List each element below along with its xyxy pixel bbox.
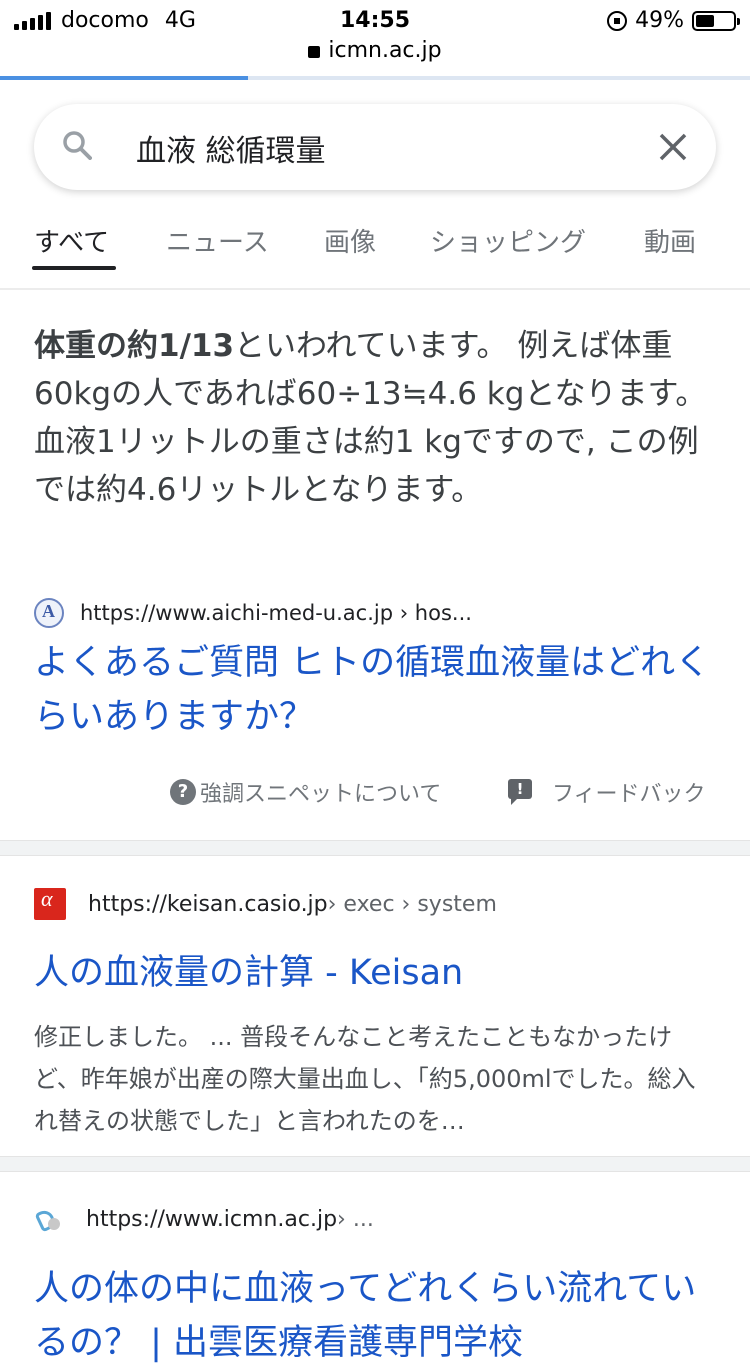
about-snippet-link[interactable]: 強調スニペットについて: [200, 776, 441, 808]
icmn-logo-icon: [34, 1204, 64, 1234]
result-title-link[interactable]: 人の体の中に血液ってどれくらい流れているの？ | 出雲医療看護専門学校: [34, 1262, 714, 1370]
search-box[interactable]: 血液 総循環量: [34, 104, 716, 190]
divider: [0, 288, 750, 290]
active-tab-indicator: [32, 266, 116, 270]
battery-icon: [692, 10, 740, 31]
tab-images[interactable]: 画像: [324, 222, 376, 259]
result-title-link[interactable]: 人の血液量の計算 - Keisan: [34, 946, 714, 1000]
tab-news[interactable]: ニュース: [166, 222, 269, 259]
feedback-link[interactable]: フィードバック: [552, 776, 706, 808]
progress-fill: [0, 76, 248, 80]
address-bar[interactable]: icmn.ac.jp: [0, 38, 750, 63]
status-bar: docomo 4G 14:55 49%: [0, 0, 750, 40]
result-separator: [0, 840, 750, 856]
snippet-source-url: https://www.aichi-med-u.ac.jp › hos...: [80, 601, 472, 625]
snippet-title-link[interactable]: よくあるご質問 ヒトの循環血液量はどれくらいありますか？: [34, 636, 714, 744]
feedback-icon[interactable]: !: [508, 779, 532, 805]
result-url-breadcrumb: › ...: [337, 1206, 374, 1232]
tab-videos[interactable]: 動画: [644, 222, 696, 259]
padlock-icon: [308, 46, 321, 58]
snippet-source[interactable]: https://www.aichi-med-u.ac.jp › hos...: [34, 598, 472, 628]
tab-shopping[interactable]: ショッピング: [430, 222, 586, 259]
search-input[interactable]: 血液 総循環量: [136, 126, 326, 170]
clear-icon[interactable]: [656, 130, 690, 164]
search-icon[interactable]: [62, 130, 92, 160]
keisan-alpha-icon: α: [34, 886, 66, 920]
address-domain: icmn.ac.jp: [328, 38, 442, 63]
result-separator: [0, 1156, 750, 1172]
result-description: 修正しました。 ... 普段そんなこと考えたこともなかったけど、昨年娘が出産の際…: [34, 1023, 696, 1135]
aichi-med-favicon-icon: [34, 598, 64, 628]
result-url[interactable]: α https://keisan.casio.jp › exec › syste…: [34, 886, 497, 920]
result-url-breadcrumb: › exec › system: [327, 891, 497, 917]
result-url[interactable]: https://www.icmn.ac.jp › ...: [34, 1204, 374, 1234]
snippet-highlight: 体重の約1/13: [34, 328, 235, 364]
page-load-progress: [0, 76, 750, 80]
battery-percent: 49%: [635, 8, 684, 33]
snippet-footer: ? 強調スニペットについて ! フィードバック: [0, 776, 750, 808]
result-url-domain: https://www.icmn.ac.jp: [86, 1206, 338, 1232]
help-icon[interactable]: ?: [170, 779, 196, 805]
tab-all[interactable]: すべて: [34, 222, 109, 259]
featured-snippet-text: 体重の約1/13といわれています。 例えば体重60kgの人であれば60÷13≒4…: [34, 322, 714, 514]
orientation-lock-icon: [607, 10, 628, 31]
result-url-domain: https://keisan.casio.jp: [88, 891, 328, 917]
